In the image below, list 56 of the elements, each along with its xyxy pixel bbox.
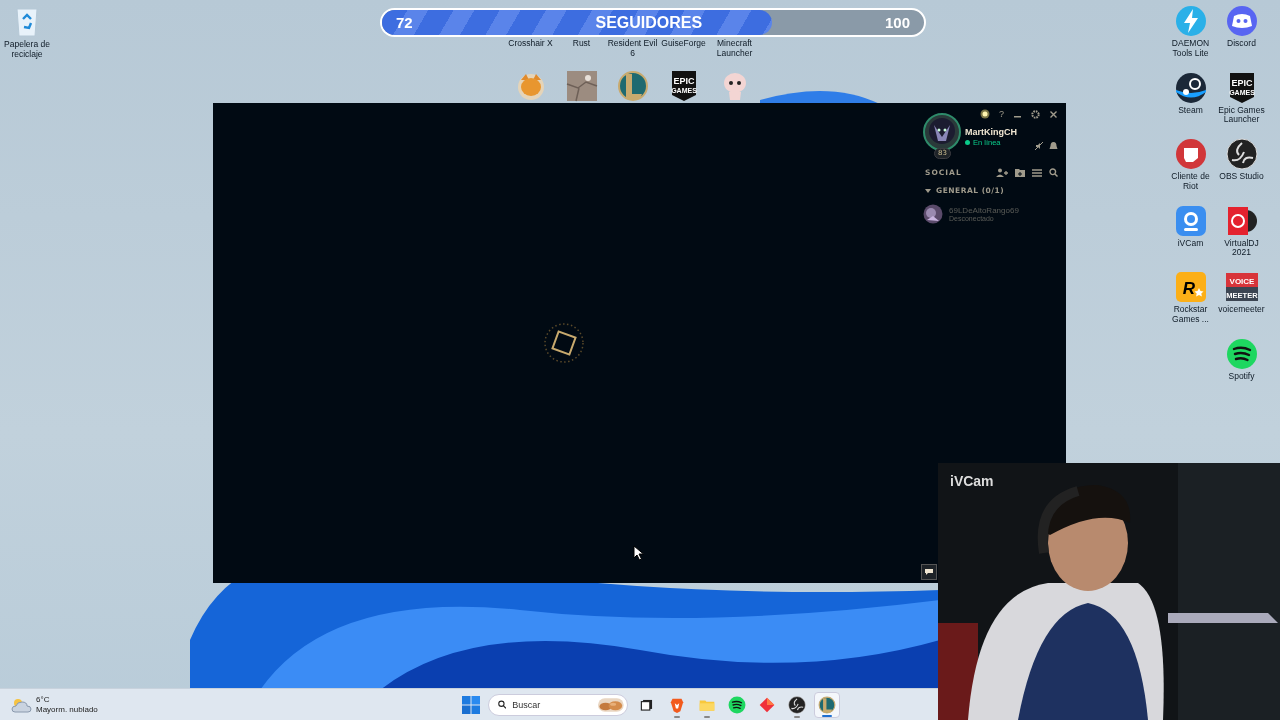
add-friend-icon[interactable] <box>996 168 1008 177</box>
controller-icon <box>1225 5 1258 37</box>
ring-icon <box>788 695 806 714</box>
icon-label[interactable]: Resident Evil 6 <box>607 39 658 58</box>
mouse-cursor-icon <box>633 545 645 561</box>
icon-label[interactable]: Spotify <box>1228 371 1255 381</box>
search-icon <box>498 699 507 710</box>
weather-condition: Mayorm. nublado <box>36 704 98 715</box>
icon-label[interactable]: Discord <box>1227 39 1256 49</box>
icon-label[interactable]: VirtualDJ 2021 <box>1216 238 1267 258</box>
lightning-bolt-icon <box>1174 5 1207 37</box>
icon-label[interactable]: GuiseForge <box>658 39 709 58</box>
goal-target-count: 100 <box>884 14 910 31</box>
goal-current-count: 72 <box>396 14 413 31</box>
icon-label[interactable]: iVCam <box>1177 238 1204 248</box>
search-bar[interactable]: Buscar <box>488 693 628 716</box>
letter-logo-icon <box>818 695 836 714</box>
icon-label[interactable]: OBS Studio <box>1219 172 1264 182</box>
icon-label[interactable]: Minecraft Launcher <box>709 39 760 58</box>
list-icon[interactable] <box>1032 168 1042 177</box>
icon-label[interactable]: Papelera de reciclaje <box>2 40 52 59</box>
bell-icon[interactable] <box>1049 141 1058 151</box>
webcam-icon <box>1174 204 1207 237</box>
summoner-name: MartKingCH <box>965 127 1017 137</box>
diamond-icon <box>758 695 776 714</box>
icon-label[interactable]: DAEMON Tools Lite <box>1165 39 1216 58</box>
icon-label[interactable]: Rust <box>556 39 607 58</box>
icon-label[interactable]: Cliente de Riot <box>1165 172 1216 191</box>
ring-icon <box>1225 138 1258 170</box>
icon-label[interactable]: Epic Games Launcher <box>1216 105 1267 125</box>
sound-waves-icon <box>1225 337 1258 370</box>
icon-label[interactable]: Crosshair X <box>505 39 556 58</box>
loading-spinner-icon <box>542 321 586 365</box>
glow-dot-icon <box>980 109 990 119</box>
add-folder-icon[interactable] <box>1015 168 1025 177</box>
icon-label[interactable]: Rockstar Games ... <box>1165 305 1216 324</box>
piston-icon <box>1174 71 1207 104</box>
search-icon[interactable] <box>1049 168 1058 177</box>
icon-label[interactable]: Steam <box>1178 105 1203 115</box>
fist-icon <box>1174 138 1207 170</box>
temperature: 6°C <box>36 694 51 705</box>
chat-icon[interactable] <box>921 564 937 580</box>
sound-waves-icon <box>728 695 746 714</box>
goal-title: SEGUIDORES <box>595 13 703 32</box>
stone-tile-icon <box>565 70 598 102</box>
letter-logo-icon <box>616 70 649 102</box>
help-button[interactable]: ? <box>999 109 1004 119</box>
icon-label[interactable]: voicemeeter <box>1218 305 1265 315</box>
settings-icon[interactable] <box>1031 109 1040 119</box>
muted-icon[interactable] <box>1034 141 1044 151</box>
star-logo-icon: R <box>1174 271 1207 303</box>
start-icon[interactable] <box>462 695 480 714</box>
camera-label: iVCam <box>950 473 994 489</box>
close-icon[interactable] <box>1049 109 1058 119</box>
record-icon <box>1225 204 1258 237</box>
search-input[interactable]: Buscar <box>512 699 593 710</box>
